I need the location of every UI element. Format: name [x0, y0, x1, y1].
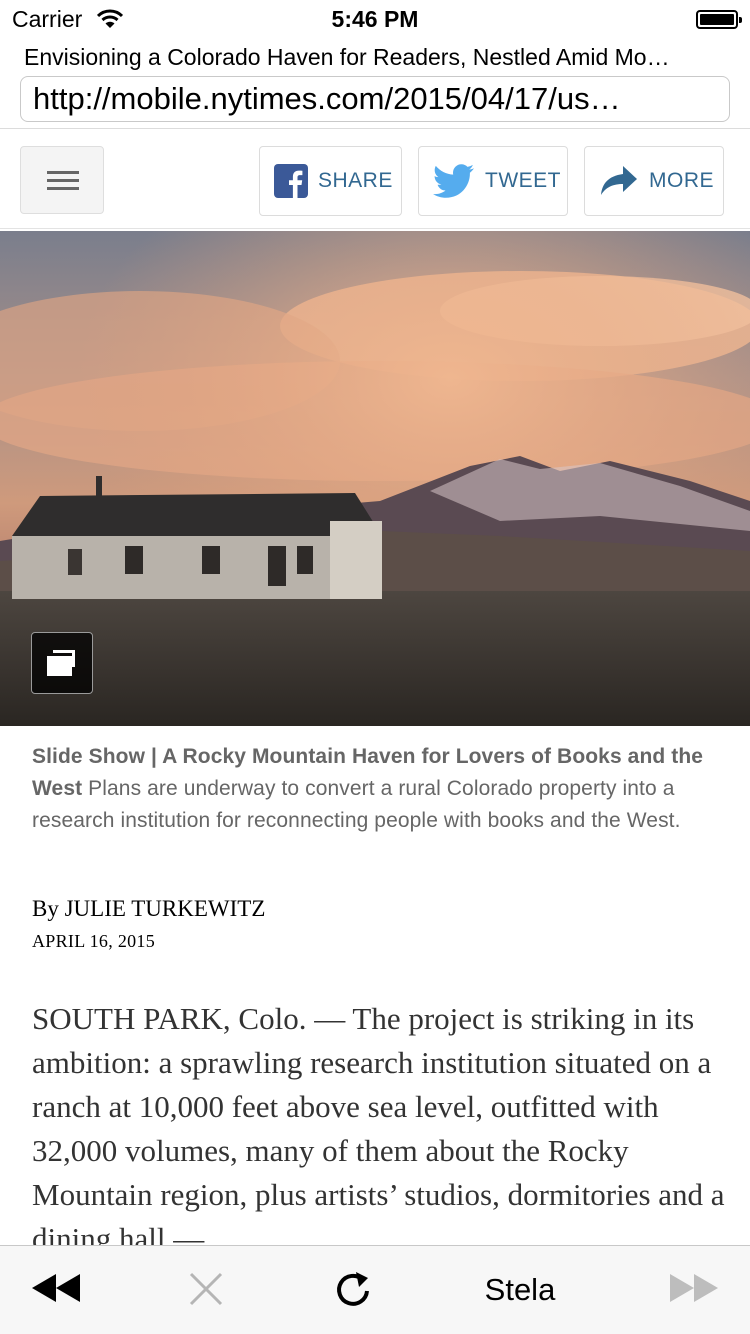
- more-label: MORE: [649, 169, 714, 192]
- divider: [0, 228, 750, 229]
- bottom-toolbar: Stela: [0, 1245, 750, 1334]
- clock: 5:46 PM: [331, 6, 419, 32]
- url-field[interactable]: http://mobile.nytimes.com/2015/04/17/us…: [20, 76, 730, 122]
- photo-caption: Slide Show | A Rocky Mountain Haven for …: [32, 741, 722, 837]
- byline: By JULIE TURKEWITZ: [32, 896, 266, 921]
- twitter-icon: [433, 164, 474, 198]
- share-button[interactable]: SHARE: [259, 146, 402, 216]
- reload-icon[interactable]: [332, 1270, 374, 1317]
- page-title: Envisioning a Colorado Haven for Readers…: [24, 44, 670, 70]
- facebook-icon: [274, 164, 308, 198]
- tweet-button[interactable]: TWEET: [418, 146, 568, 216]
- rewind-icon[interactable]: [30, 1272, 82, 1309]
- caption-text: Plans are underway to convert a rural Co…: [32, 777, 681, 832]
- hero-image[interactable]: [0, 231, 750, 726]
- hamburger-icon: [47, 171, 79, 174]
- fast-forward-icon[interactable]: [668, 1272, 720, 1309]
- stela-button[interactable]: Stela: [440, 1272, 600, 1308]
- share-label: SHARE: [318, 169, 393, 192]
- slideshow-icon[interactable]: [31, 632, 93, 694]
- divider: [0, 128, 750, 129]
- article-body: SOUTH PARK, Colo. — The project is strik…: [32, 1001, 725, 1247]
- share-arrow-icon: [601, 166, 637, 195]
- more-button[interactable]: MORE: [584, 146, 724, 216]
- tweet-label: TWEET: [485, 169, 561, 192]
- dateline: APRIL 16, 2015: [32, 931, 156, 951]
- hamburger-icon: [47, 187, 79, 190]
- status-bar: Carrier 5:46 PM: [0, 0, 750, 40]
- battery-icon: [696, 10, 742, 29]
- stop-icon[interactable]: [188, 1271, 224, 1312]
- menu-button[interactable]: [20, 146, 104, 214]
- hamburger-icon: [47, 179, 79, 182]
